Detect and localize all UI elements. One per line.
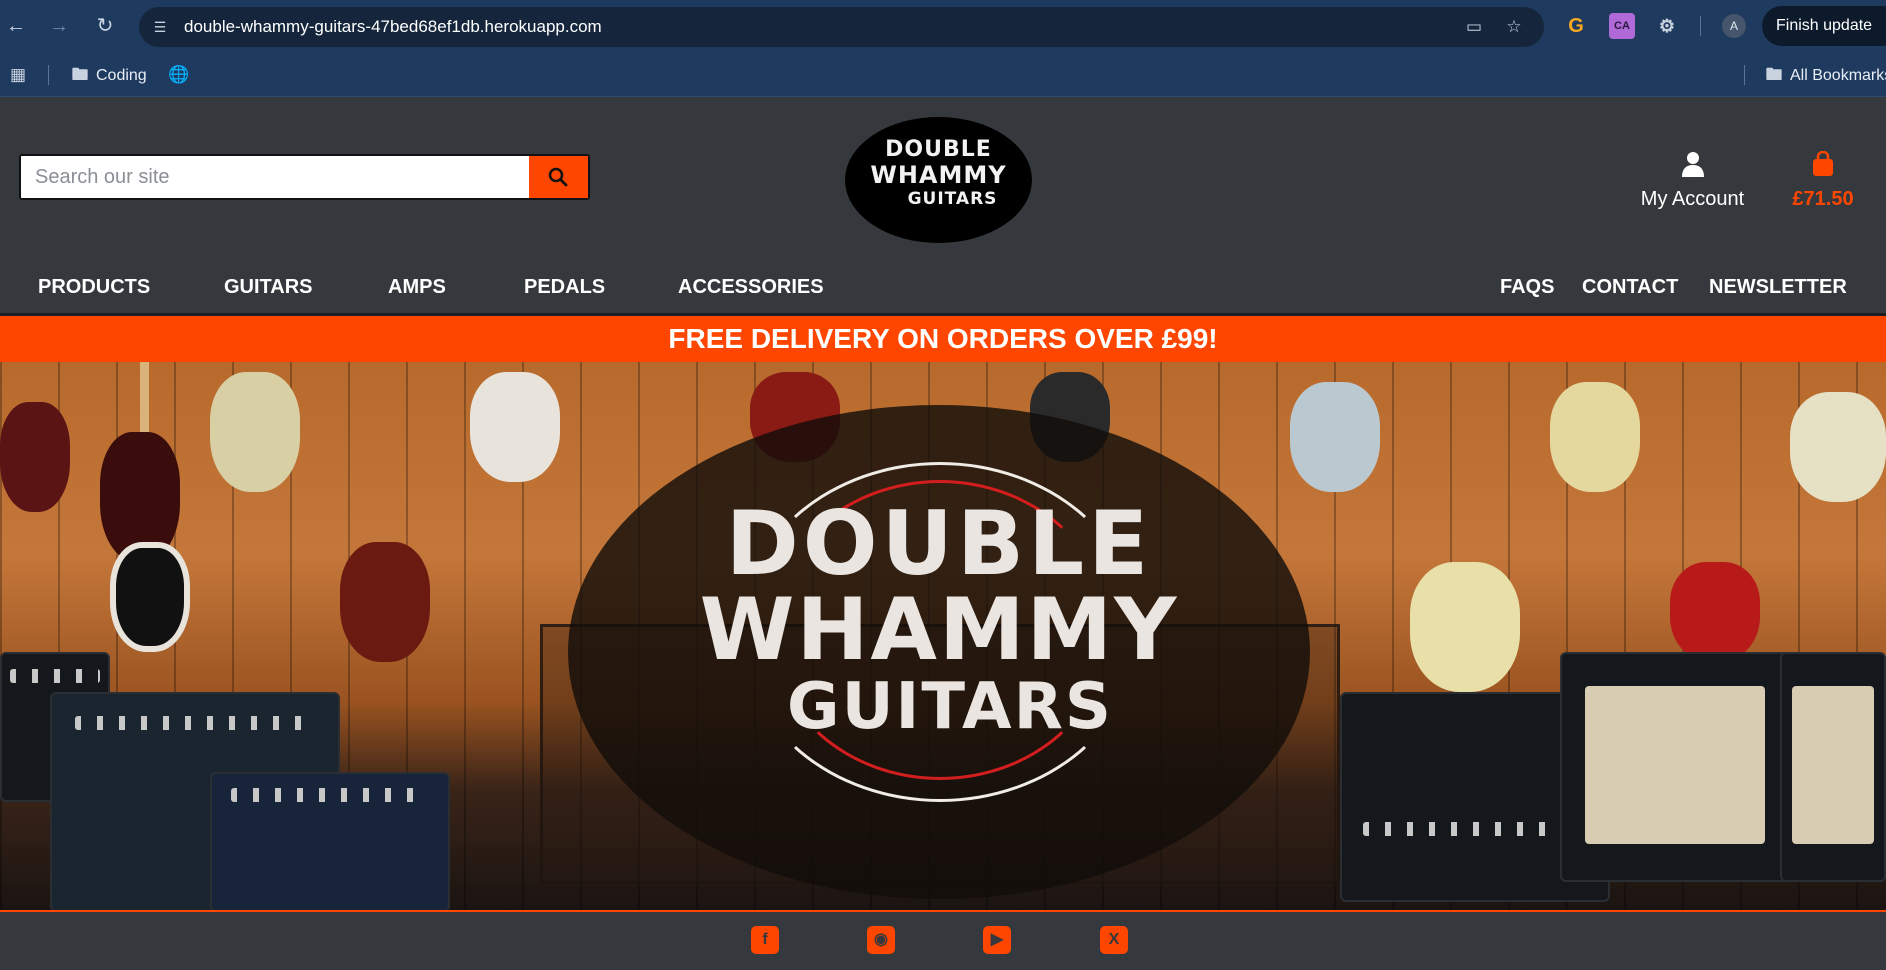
my-account-link[interactable]: My Account bbox=[1640, 151, 1745, 211]
my-account-label: My Account bbox=[1640, 188, 1745, 210]
guitar-decoration bbox=[110, 542, 190, 652]
toolbar-separator bbox=[1700, 16, 1701, 36]
finish-update-label: Finish update bbox=[1776, 17, 1873, 34]
bookmark-folder-coding[interactable]: 🖿 Coding bbox=[70, 53, 147, 97]
site-logo[interactable]: DOUBLE WHAMMY GUITARS bbox=[845, 117, 1032, 243]
bookmarks-separator bbox=[48, 65, 49, 85]
search-input[interactable] bbox=[21, 156, 531, 198]
guitar-decoration bbox=[210, 372, 300, 492]
nav-products[interactable]: PRODUCTS bbox=[38, 267, 150, 307]
delivery-banner: FREE DELIVERY ON ORDERS OVER £99! bbox=[0, 316, 1886, 362]
site-footer: f ◉ ▶ X bbox=[0, 910, 1886, 970]
url-text[interactable]: double-whammy-guitars-47bed68ef1db.herok… bbox=[184, 7, 602, 47]
bookmarks-separator bbox=[1744, 65, 1745, 85]
guitar-decoration bbox=[1790, 392, 1886, 502]
site-settings-icon[interactable]: ☰ bbox=[149, 16, 171, 38]
guitar-decoration bbox=[1290, 382, 1380, 492]
guitar-decoration bbox=[1410, 562, 1520, 692]
folder-icon: 🖿 bbox=[1765, 65, 1783, 84]
nav-contact[interactable]: CONTACT bbox=[1582, 267, 1678, 307]
guitar-neck-decoration bbox=[140, 362, 149, 442]
cart-link[interactable]: £71.50 bbox=[1787, 150, 1859, 211]
youtube-icon[interactable]: ▶ bbox=[983, 926, 1011, 954]
cart-total: £71.50 bbox=[1792, 188, 1854, 210]
logo-text: WHAMMY bbox=[870, 161, 1007, 189]
amp-decoration bbox=[1560, 652, 1790, 882]
reload-icon[interactable]: ↻ bbox=[91, 12, 119, 40]
grammarly-extension-icon[interactable]: G bbox=[1563, 13, 1589, 39]
guitar-decoration bbox=[470, 372, 560, 482]
guitar-decoration bbox=[1550, 382, 1640, 492]
bookmarks-bar: ▦ 🖿 Coding 🌐 🖿 All Bookmarks bbox=[0, 53, 1886, 97]
nav-accessories[interactable]: ACCESSORIES bbox=[678, 267, 824, 307]
bookmark-label: Coding bbox=[96, 67, 147, 84]
facebook-icon[interactable]: f bbox=[751, 926, 779, 954]
nav-newsletter[interactable]: NEWSLETTER bbox=[1709, 267, 1847, 307]
finish-update-button[interactable]: Finish update bbox=[1762, 6, 1886, 46]
apps-grid-icon[interactable]: ▦ bbox=[8, 53, 34, 97]
shopping-bag-icon bbox=[1813, 150, 1833, 176]
user-icon bbox=[1681, 152, 1704, 177]
x-icon[interactable]: X bbox=[1100, 926, 1128, 954]
profile-avatar[interactable]: A bbox=[1722, 14, 1746, 38]
search-form bbox=[19, 154, 590, 200]
address-bar[interactable]: ☰ double-whammy-guitars-47bed68ef1db.her… bbox=[139, 7, 1544, 47]
forward-icon[interactable]: → bbox=[45, 12, 73, 40]
instagram-icon[interactable]: ◉ bbox=[867, 926, 895, 954]
delivery-banner-text: FREE DELIVERY ON ORDERS OVER £99! bbox=[668, 323, 1218, 354]
site-header: DOUBLE WHAMMY GUITARS My Account £71.50 … bbox=[0, 97, 1886, 313]
logo-text: GUITARS bbox=[907, 189, 998, 209]
extensions-puzzle-icon[interactable]: ⚙ bbox=[1654, 13, 1680, 39]
search-icon bbox=[548, 167, 568, 187]
hero-logo-text: WHAMMY bbox=[699, 580, 1179, 680]
folder-icon: 🖿 bbox=[71, 65, 89, 84]
amp-decoration bbox=[210, 772, 450, 910]
search-button[interactable] bbox=[529, 156, 588, 198]
amp-decoration bbox=[1780, 652, 1886, 882]
back-icon[interactable]: ← bbox=[2, 12, 30, 40]
hero-image: DOUBLE WHAMMY GUITARS bbox=[0, 362, 1886, 910]
logo-text: DOUBLE bbox=[885, 137, 992, 162]
bookmark-label: All Bookmarks bbox=[1790, 67, 1886, 84]
nav-pedals[interactable]: PEDALS bbox=[524, 267, 605, 307]
nav-amps[interactable]: AMPS bbox=[388, 267, 446, 307]
guitar-decoration bbox=[0, 402, 70, 512]
bookmark-star-icon[interactable]: ☆ bbox=[1503, 16, 1525, 38]
hero-logo-text: GUITARS bbox=[787, 670, 1113, 744]
main-nav: PRODUCTS GUITARS AMPS PEDALS ACCESSORIES… bbox=[0, 267, 1886, 307]
bookmark-folder-all[interactable]: 🖿 All Bookmarks bbox=[1764, 53, 1886, 97]
ca-extension-icon[interactable]: CA bbox=[1609, 13, 1635, 39]
guitar-decoration bbox=[340, 542, 430, 662]
nav-guitars[interactable]: GUITARS bbox=[224, 267, 313, 307]
tab-search-icon[interactable]: ▭ bbox=[1463, 16, 1485, 38]
nav-faqs[interactable]: FAQS bbox=[1500, 267, 1554, 307]
globe-icon[interactable]: 🌐 bbox=[168, 53, 194, 97]
browser-toolbar: ← → ↻ ☰ double-whammy-guitars-47bed68ef1… bbox=[0, 0, 1886, 53]
guitar-decoration bbox=[1670, 562, 1760, 662]
